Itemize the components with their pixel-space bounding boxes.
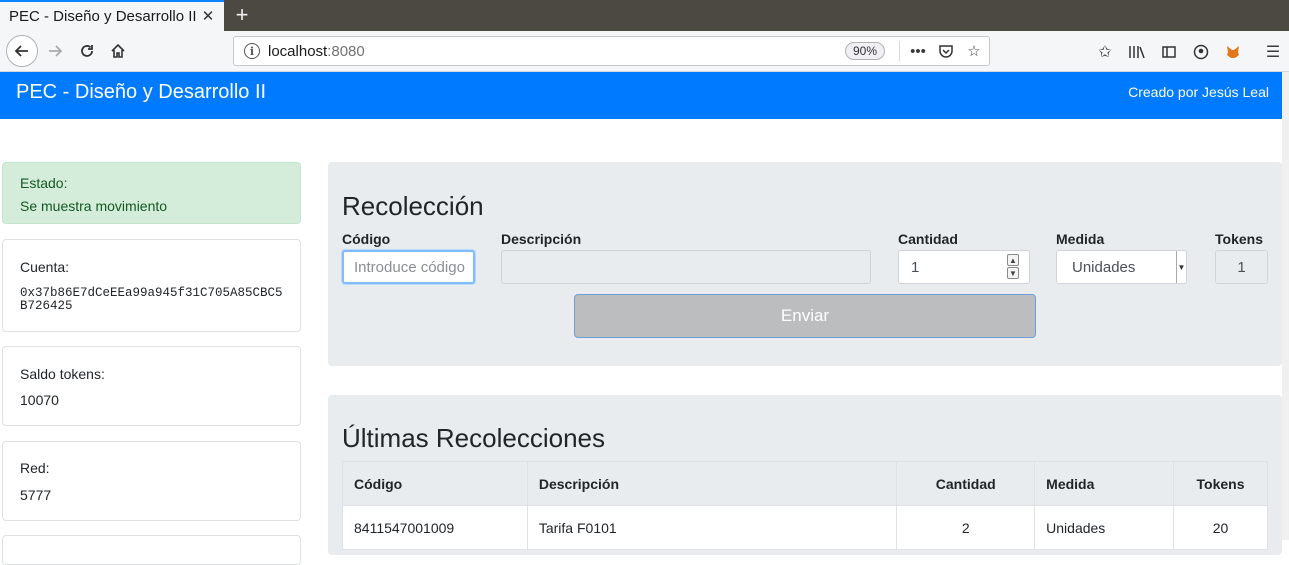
account-label: Cuenta: [20, 259, 70, 275]
url-separator [899, 41, 900, 61]
measure-label: Medida [1056, 231, 1105, 247]
measure-select[interactable]: Unidades ▼ [1056, 250, 1187, 284]
page-actions-icon[interactable]: ••• [907, 41, 929, 61]
bookmark-star-icon[interactable]: ☆ [963, 41, 985, 61]
tab-title: PEC - Diseño y Desarrollo II [9, 8, 197, 25]
metamask-fox-icon[interactable] [1222, 41, 1244, 63]
app-header: PEC - Diseño y Desarrollo II Creado por … [0, 72, 1282, 119]
menu-icon[interactable]: ☰ [1262, 41, 1284, 63]
tab-strip: PEC - Diseño y Desarrollo II ✕ + [0, 0, 1289, 31]
tokens-value: 1 [1237, 258, 1246, 276]
network-label: Red: [20, 460, 50, 476]
status-label: Estado: [20, 175, 68, 191]
submit-button[interactable]: Enviar [574, 294, 1036, 338]
home-icon[interactable] [104, 37, 132, 65]
library-icon[interactable] [1126, 41, 1148, 63]
measure-value: Unidades [1072, 258, 1136, 276]
cell-tokens: 20 [1173, 505, 1268, 550]
table-row: 8411547001009 Tarifa F0101 2 Unidades 20 [342, 505, 1268, 550]
decrement-icon[interactable]: ▼ [1007, 267, 1019, 279]
table-header-row: Código Descripción Cantidad Medida Token… [342, 461, 1268, 506]
close-tab-icon[interactable]: ✕ [199, 7, 217, 25]
collection-form-panel: Recolección Código Introduce código Desc… [328, 162, 1282, 366]
address-bar[interactable]: i localhost:8080 90% ••• ☆ [233, 36, 990, 66]
pocket-icon[interactable] [935, 41, 957, 61]
forward-arrow-icon[interactable] [41, 37, 69, 65]
page-scrollbar[interactable] [1282, 72, 1289, 540]
balance-label: Saldo tokens: [20, 366, 105, 382]
zoom-indicator[interactable]: 90% [845, 42, 885, 60]
recent-collections-table: Código Descripción Cantidad Medida Token… [342, 461, 1268, 550]
sidebar-icon[interactable] [1158, 41, 1180, 63]
column-header-measure: Medida [1034, 461, 1175, 506]
form-title: Recolección [342, 191, 484, 221]
description-label: Descripción [501, 231, 582, 247]
chevron-down-icon[interactable]: ▼ [1176, 251, 1186, 283]
network-value: 5777 [20, 487, 52, 503]
reload-icon[interactable] [73, 37, 101, 65]
increment-icon[interactable]: ▲ [1007, 254, 1019, 266]
page-content: PEC - Diseño y Desarrollo II Creado por … [0, 72, 1282, 565]
account-card: Cuenta: 0x37b86E7dCeEEa99a945f31C705A85C… [2, 239, 301, 332]
recent-collections-panel: Últimas Recolecciones Código Descripción… [328, 395, 1282, 555]
stepper-controls[interactable]: ▲ ▼ [1007, 254, 1019, 280]
account-icon[interactable] [1190, 41, 1212, 63]
column-header-code: Código [342, 461, 528, 506]
code-label: Código [342, 231, 391, 247]
info-icon[interactable]: i [244, 43, 260, 59]
recent-title: Últimas Recolecciones [342, 423, 605, 453]
cell-measure: Unidades [1034, 505, 1175, 550]
balance-value: 10070 [20, 392, 59, 408]
cell-code: 8411547001009 [342, 505, 528, 550]
quantity-value: 1 [911, 258, 920, 276]
quantity-label: Cantidad [898, 231, 958, 247]
tab-active[interactable]: PEC - Diseño y Desarrollo II ✕ [0, 0, 224, 31]
bookmarks-star-icon[interactable]: ✩ [1094, 41, 1116, 63]
new-tab-icon[interactable]: + [230, 2, 254, 28]
tokens-label: Tokens [1215, 231, 1263, 247]
app-title: PEC - Diseño y Desarrollo II [16, 81, 267, 103]
status-card: Estado: Se muestra movimiento [2, 162, 301, 224]
column-header-description: Descripción [526, 461, 898, 506]
balance-card: Saldo tokens: 10070 [2, 346, 301, 426]
column-header-tokens: Tokens [1173, 461, 1268, 506]
quantity-stepper[interactable]: 1 ▲ ▼ [898, 250, 1030, 284]
network-card: Red: 5777 [2, 441, 301, 521]
cell-description: Tarifa F0101 [526, 505, 898, 550]
navigation-toolbar: i localhost:8080 90% ••• ☆ ✩ ☰ [0, 31, 1289, 72]
account-address: 0x37b86E7dCeEEa99a945f31C705A85CBC5B7264… [20, 286, 283, 313]
code-input[interactable]: Introduce código [342, 250, 475, 284]
author-credit: Creado por Jesús Leal [1128, 84, 1269, 100]
tokens-input[interactable]: 1 [1215, 250, 1268, 284]
cell-quantity: 2 [896, 505, 1036, 550]
status-value: Se muestra movimiento [20, 198, 168, 214]
url-text[interactable]: localhost:8080 [268, 43, 365, 60]
back-arrow-icon[interactable] [6, 35, 38, 67]
description-input[interactable] [501, 250, 871, 284]
column-header-quantity: Cantidad [896, 461, 1036, 506]
